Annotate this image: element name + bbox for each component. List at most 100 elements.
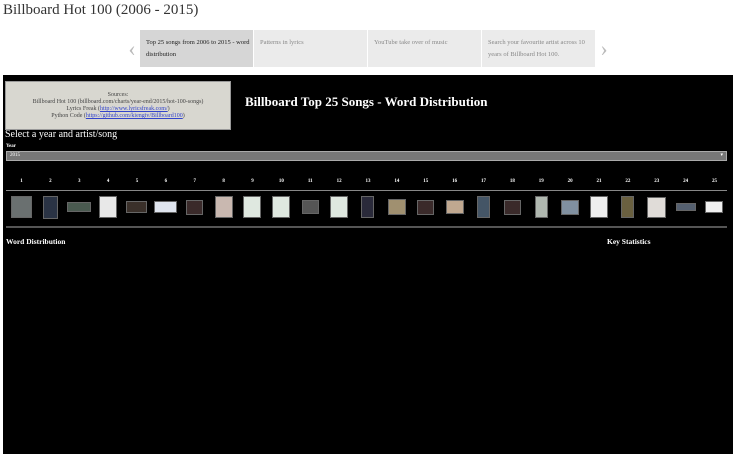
song-thumbnail[interactable] bbox=[330, 196, 349, 218]
page-title: Billboard Hot 100 (2006 - 2015) bbox=[3, 2, 199, 18]
thumbnail-cell bbox=[238, 196, 267, 218]
song-thumbnail[interactable] bbox=[647, 196, 667, 218]
thumbnail-cell bbox=[382, 199, 411, 215]
thumbnail-cell bbox=[671, 203, 700, 211]
rank-number: 20 bbox=[567, 179, 573, 184]
chart-heading: Billboard Top 25 Songs - Word Distributi… bbox=[245, 94, 488, 109]
rank-number: 14 bbox=[394, 179, 400, 184]
song-thumbnail[interactable] bbox=[243, 196, 262, 218]
thumbnail-cell bbox=[527, 196, 556, 218]
song-thumbnail[interactable] bbox=[301, 200, 319, 214]
rank-number: 3 bbox=[77, 179, 81, 184]
thumbnail-cell bbox=[123, 201, 152, 213]
carousel-slide[interactable]: Top 25 songs from 2006 to 2015 - word di… bbox=[140, 30, 254, 67]
paren: ) bbox=[182, 113, 185, 119]
rank-number: 21 bbox=[596, 179, 602, 184]
thumbnail-cell bbox=[440, 200, 469, 214]
rank-number: 24 bbox=[683, 179, 689, 184]
thumbnail-cell bbox=[151, 201, 180, 213]
visualization-panel: Sources: Billboard Hot 100 (billboard.co… bbox=[3, 75, 733, 454]
python-label: Python Code ( bbox=[51, 113, 86, 119]
key-statistics-heading: Key Statistics bbox=[607, 237, 651, 246]
rank-number: 9 bbox=[251, 179, 254, 184]
song-thumbnail[interactable] bbox=[10, 196, 32, 218]
song-thumbnail[interactable] bbox=[503, 199, 521, 215]
rank-number: 19 bbox=[538, 179, 544, 184]
paren: ) bbox=[167, 106, 170, 112]
song-thumbnail[interactable] bbox=[42, 195, 58, 219]
song-thumbnail[interactable] bbox=[186, 199, 204, 215]
lyrics-link[interactable]: http://www.lyricsfreak.com/ bbox=[100, 106, 168, 112]
thumbnail-cell bbox=[180, 199, 209, 215]
thumbnail-cell bbox=[36, 195, 65, 219]
song-thumbnail[interactable] bbox=[67, 202, 92, 212]
thumbnail-cell bbox=[498, 199, 527, 215]
song-thumbnail[interactable] bbox=[476, 196, 490, 218]
song-thumbnail[interactable] bbox=[675, 203, 696, 211]
thumbnail-cell bbox=[7, 196, 36, 218]
year-label: Year bbox=[6, 144, 16, 149]
thumbnail-cell bbox=[65, 202, 94, 212]
rank-number: 10 bbox=[278, 179, 284, 184]
thumbnail-cell bbox=[556, 199, 585, 215]
python-link[interactable]: https://github.com/kiengiv/Billboard100 bbox=[86, 113, 183, 119]
year-select[interactable]: 2015 ▾ bbox=[6, 151, 727, 161]
carousel-slide[interactable]: YouTube take over of music bbox=[368, 30, 482, 67]
rank-number: 5 bbox=[135, 179, 139, 184]
song-thumbnail[interactable] bbox=[126, 201, 148, 213]
thumbnail-cell bbox=[94, 196, 123, 218]
song-thumbnail[interactable] bbox=[272, 196, 291, 218]
sources-box: Sources: Billboard Hot 100 (billboard.co… bbox=[5, 81, 231, 130]
dropdown-caret-icon: ▾ bbox=[720, 153, 723, 158]
select-prompt: Select a year and artist/song bbox=[5, 129, 118, 140]
carousel-slide[interactable]: Patterns in lyrics bbox=[254, 30, 368, 67]
rank-number: 16 bbox=[452, 179, 458, 184]
thumbnail-cell bbox=[469, 196, 498, 218]
song-thumbnail[interactable] bbox=[445, 200, 464, 214]
rank-number: 23 bbox=[654, 179, 660, 184]
song-thumbnail[interactable] bbox=[99, 196, 118, 218]
song-thumbnail[interactable] bbox=[387, 199, 406, 215]
thumbnail-cell bbox=[354, 196, 383, 218]
song-thumbnail[interactable] bbox=[621, 196, 635, 218]
thumbnail-cell bbox=[267, 196, 296, 218]
divider bbox=[6, 190, 727, 191]
rank-number: 7 bbox=[193, 179, 196, 184]
song-thumbnail[interactable] bbox=[154, 201, 178, 213]
song-thumbnail[interactable] bbox=[561, 199, 580, 215]
rank-number: 15 bbox=[423, 179, 429, 184]
rank-number: 11 bbox=[307, 179, 313, 184]
chevron-right-icon[interactable]: › bbox=[596, 30, 612, 67]
rank-number: 17 bbox=[480, 179, 486, 184]
lyrics-label: Lyrics Freak ( bbox=[66, 106, 101, 112]
thumbnail-cell bbox=[325, 196, 354, 218]
rank-number: 1 bbox=[20, 179, 23, 184]
sources-label: Sources: bbox=[107, 92, 129, 98]
song-thumbnails bbox=[7, 194, 729, 220]
song-thumbnail[interactable] bbox=[705, 201, 724, 213]
rank-number: 4 bbox=[106, 179, 110, 184]
thumbnail-cell bbox=[585, 196, 614, 218]
carousel: ‹ Top 25 songs from 2006 to 2015 - word … bbox=[124, 30, 612, 67]
rank-numbers: 1 2 3 4 5 6 7 8 9 10 11 12 13 14 15 16 17 18 19 20 21 22 23 24 2… bbox=[7, 179, 729, 184]
rank-number: 6 bbox=[164, 179, 168, 184]
thumbnail-cell bbox=[613, 196, 642, 218]
rank-number: 25 bbox=[711, 179, 717, 184]
thumbnail-cell bbox=[209, 196, 238, 218]
year-value: 2015 bbox=[10, 153, 20, 158]
word-distribution-heading: Word Distribution bbox=[6, 237, 66, 246]
rank-number: 13 bbox=[365, 179, 371, 184]
chevron-left-icon[interactable]: ‹ bbox=[124, 30, 140, 67]
carousel-slide[interactable]: Search your favourite artist across 10 y… bbox=[482, 30, 596, 67]
song-thumbnail[interactable] bbox=[417, 199, 435, 215]
rank-number: 12 bbox=[336, 179, 342, 184]
song-thumbnail[interactable] bbox=[361, 196, 375, 218]
song-thumbnail[interactable] bbox=[589, 196, 608, 218]
thumbnail-cell bbox=[296, 200, 325, 214]
billboard-source: Billboard Hot 100 (billboard.com/charts/… bbox=[32, 99, 204, 105]
song-thumbnail[interactable] bbox=[214, 196, 233, 218]
rank-number: 2 bbox=[49, 179, 52, 184]
rank-number: 22 bbox=[625, 179, 631, 184]
song-thumbnail[interactable] bbox=[534, 196, 548, 218]
rank-number: 18 bbox=[509, 179, 515, 184]
